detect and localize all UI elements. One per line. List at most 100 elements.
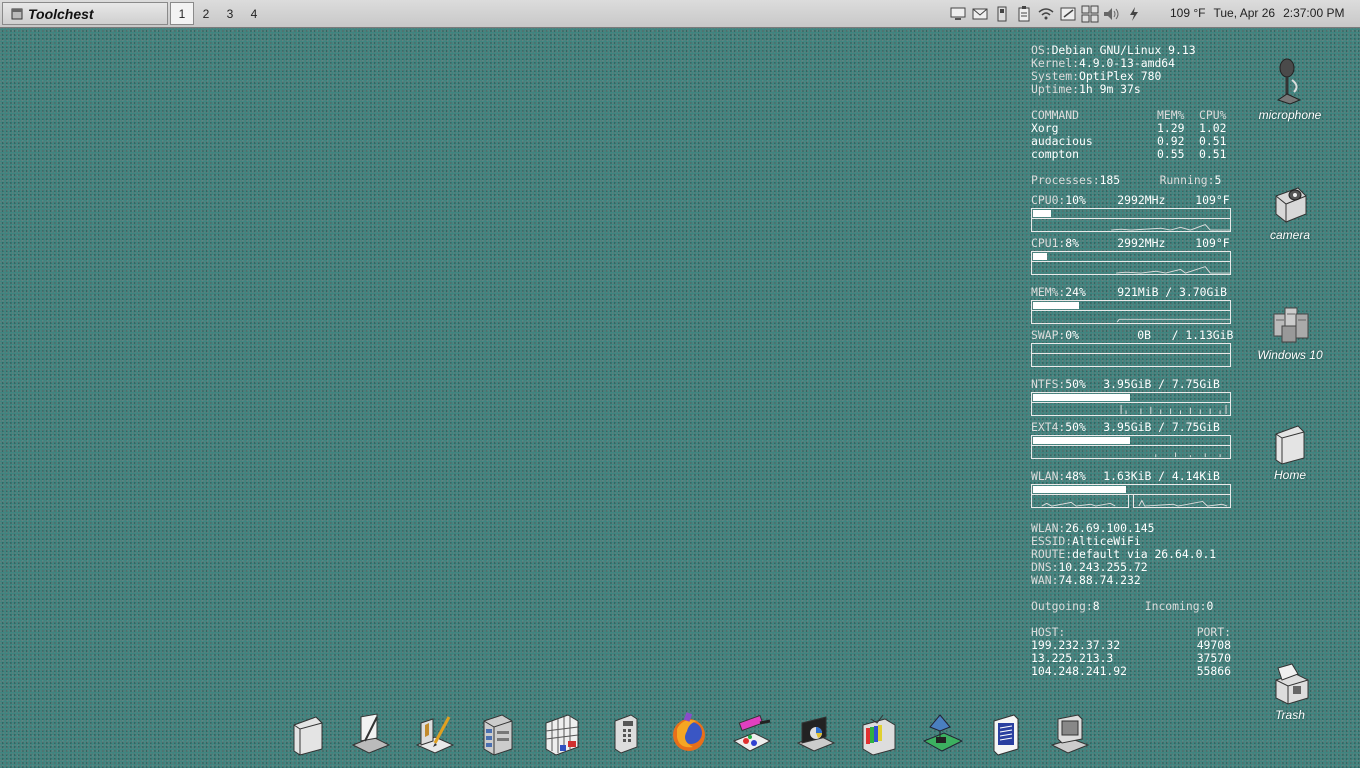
workspace-2[interactable]: 2	[194, 2, 218, 25]
desktop-icon-label: Home	[1273, 468, 1306, 482]
time-readout: 2:37:00 PM	[1283, 6, 1345, 20]
workspace-4[interactable]: 4	[242, 2, 266, 25]
desktop-icon-label: camera	[1269, 228, 1310, 242]
conn-port: 55866	[1196, 664, 1231, 678]
wlan-bar	[1031, 484, 1231, 495]
spreadsheet-icon[interactable]	[530, 706, 594, 762]
conn-host: 104.248.241.92	[1031, 664, 1128, 678]
cpu0-label: CPU0:	[1031, 193, 1066, 207]
document-viewer-icon[interactable]	[975, 706, 1039, 762]
wlan-graphs	[1031, 495, 1231, 508]
usb-drive-icon[interactable]	[992, 4, 1012, 24]
wlan-down: 1.63KiB	[1103, 469, 1152, 483]
swap-total: 1.13GiB	[1185, 328, 1234, 342]
mem-label: MEM%:	[1031, 285, 1066, 299]
tv-icon[interactable]	[848, 706, 912, 762]
mem-total: 3.70GiB	[1179, 285, 1228, 299]
top-panel: Toolchest 1 2 3 4 109 °F Tue, Apr 26 2:3…	[0, 0, 1360, 28]
ext4-label: EXT4:	[1031, 420, 1066, 434]
mail-icon[interactable]	[970, 4, 990, 24]
text-editor-icon[interactable]	[340, 706, 404, 762]
system-tray	[948, 3, 1146, 25]
clipboard-icon[interactable]	[1014, 4, 1034, 24]
computer-icon[interactable]	[1038, 706, 1102, 762]
swap-graph	[1031, 354, 1231, 367]
microphone-icon	[1250, 50, 1330, 106]
file-manager-icon[interactable]	[467, 706, 531, 762]
mem-bar	[1031, 300, 1231, 311]
uptime-value: 1h 9m 37s	[1079, 82, 1141, 96]
notes-icon[interactable]	[1058, 4, 1078, 24]
calculator-icon[interactable]	[594, 706, 658, 762]
ntfs-total: 7.75GiB	[1171, 377, 1220, 391]
network-icon[interactable]	[1080, 4, 1100, 24]
ext4-total: 7.75GiB	[1171, 420, 1220, 434]
clock-area[interactable]: 109 °F Tue, Apr 26 2:37:00 PM	[1170, 6, 1352, 20]
workspace-3[interactable]: 3	[218, 2, 242, 25]
ntfs-pct: 50%	[1065, 377, 1086, 391]
incoming-value: 0	[1206, 599, 1214, 613]
drawing-icon[interactable]	[403, 706, 467, 762]
workspace-switcher: 1 2 3 4	[170, 2, 266, 25]
desktop-icon-label: Windows 10	[1257, 348, 1323, 362]
cpu1-temp: 109°F	[1195, 236, 1230, 250]
cpu0-pct: 10%	[1065, 193, 1086, 207]
running-label: Running:	[1159, 173, 1215, 187]
toolchest-label: Toolchest	[28, 5, 94, 22]
swap-pct: 0%	[1065, 328, 1080, 342]
proc-cmd: compton	[1031, 147, 1080, 161]
application-dock	[276, 706, 1102, 762]
desktop-icon-home[interactable]: Home	[1250, 410, 1330, 482]
desktop-icon-label: microphone	[1258, 108, 1322, 122]
presentation-icon[interactable]	[784, 706, 848, 762]
wlan-label: WLAN:	[1031, 469, 1066, 483]
mem-graph	[1031, 311, 1231, 324]
network-app-icon[interactable]	[911, 706, 975, 762]
swap-label: SWAP:	[1031, 328, 1066, 342]
cpu0-freq: 2992MHz	[1117, 193, 1166, 207]
cpu1-freq: 2992MHz	[1117, 236, 1166, 250]
power-icon[interactable]	[1124, 4, 1144, 24]
paint-icon[interactable]	[721, 706, 785, 762]
folder-icon[interactable]	[276, 706, 340, 762]
wlan-up-graph	[1133, 495, 1231, 508]
mem-pct: 24%	[1065, 285, 1086, 299]
outgoing-label: Outgoing:	[1031, 599, 1093, 613]
camera-icon	[1250, 170, 1330, 226]
ntfs-bar	[1031, 392, 1231, 403]
desktop-icon-windows-10[interactable]: Windows 10	[1250, 290, 1330, 362]
ntfs-graph	[1031, 403, 1231, 416]
ext4-pct: 50%	[1065, 420, 1086, 434]
table-row: compton 0.55 0.51	[1031, 148, 1235, 161]
toolchest-menu-button[interactable]: Toolchest	[2, 2, 168, 25]
uptime-label: Uptime:	[1031, 82, 1080, 96]
desktop-icon-microphone[interactable]: microphone	[1250, 50, 1330, 122]
incoming-label: Incoming:	[1144, 599, 1207, 613]
trash-icon	[1250, 650, 1330, 706]
desktop-icon-camera[interactable]: camera	[1250, 170, 1330, 242]
wan-value: 74.88.74.232	[1058, 573, 1141, 587]
workspace-1[interactable]: 1	[170, 2, 194, 25]
cpu0-temp: 109°F	[1195, 193, 1230, 207]
wan-label: WAN:	[1031, 573, 1059, 587]
ext4-bar	[1031, 435, 1231, 446]
swap-bar	[1031, 343, 1231, 354]
home-folder-icon	[1250, 410, 1330, 466]
windows-drive-icon	[1250, 290, 1330, 346]
wifi-icon[interactable]	[1036, 4, 1056, 24]
toolchest-icon	[11, 8, 23, 19]
proc-mem: 0.55	[1157, 147, 1185, 161]
table-row: 104.248.241.92 55866	[1031, 665, 1231, 678]
wlan-up: 4.14KiB	[1171, 469, 1220, 483]
outgoing-value: 8	[1092, 599, 1100, 613]
swap-used: 0B	[1137, 328, 1152, 342]
processes-value: 185	[1099, 173, 1121, 187]
desktop-icon-trash[interactable]: Trash	[1250, 650, 1330, 722]
volume-icon[interactable]	[1102, 4, 1122, 24]
firefox-icon[interactable]	[657, 706, 721, 762]
cpu1-pct: 8%	[1065, 236, 1080, 250]
running-value: 5	[1214, 173, 1222, 187]
ext4-graph	[1031, 446, 1231, 459]
ntfs-used: 3.95GiB	[1103, 377, 1152, 391]
monitor-icon[interactable]	[948, 4, 968, 24]
